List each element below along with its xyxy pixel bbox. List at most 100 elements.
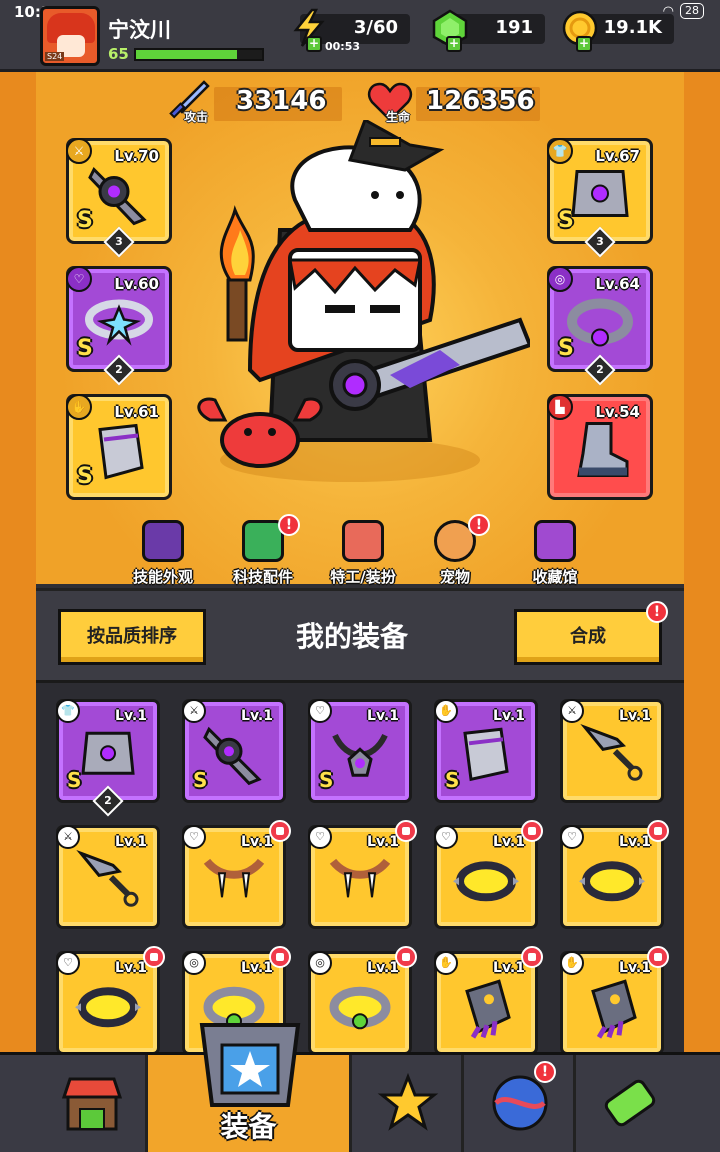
inventory-item[interactable]: ♡ Lv.1 [560, 820, 669, 929]
xp-fill [136, 50, 237, 59]
equip-slot-weapon[interactable]: ⚔ Lv.70 S 3 [66, 138, 172, 258]
inventory-header: 按品质排序 我的装备 合成 ! [36, 588, 684, 680]
slot-grade: S [558, 336, 574, 361]
nav-events[interactable]: ! [464, 1055, 576, 1152]
energy-value: 3/60 [353, 17, 398, 38]
slot-grade: S [77, 208, 93, 233]
feature-menu: 技能外观 科技配件 ! 特工/装扮 宠物 ! 收藏馆 [110, 514, 610, 587]
menu-label: 宠物 [439, 568, 470, 586]
energy-timer: 00:53 [325, 40, 361, 53]
collar-type-icon: ♡ [560, 825, 584, 849]
equip-slot-necklace[interactable]: ♡ Lv.60 S 2 [66, 266, 172, 386]
collar-icon [453, 861, 519, 902]
belt-type-icon: ◎ [308, 951, 332, 975]
upgrade-alert-badge [143, 946, 165, 968]
inventory-item[interactable]: ⚔ Lv.1 S [182, 699, 286, 803]
upgrade-alert-badge [395, 820, 417, 842]
side-decoration-right [684, 72, 720, 1052]
equip-slot-belt[interactable]: ◎ Lv.64 S 2 [547, 266, 653, 386]
necklace-icon [332, 733, 388, 777]
equip-slot-gloves[interactable]: ✋ Lv.61 S [66, 394, 172, 500]
menu-agent-outfit[interactable]: 特工/装扮 [318, 520, 408, 587]
inventory-item[interactable]: ✋ Lv.1 S [434, 699, 538, 803]
star-count: 2 [92, 785, 124, 817]
gloves-type-icon: ✋ [434, 699, 458, 723]
inventory-item[interactable]: ♡ Lv.1 [308, 820, 417, 929]
alert-badge: ! [468, 514, 490, 536]
inventory-item[interactable]: ⚔ Lv.1 [56, 825, 160, 929]
fang-type-icon: ♡ [308, 825, 332, 849]
item-grade: S [193, 768, 208, 792]
kunai-icon [580, 723, 643, 781]
gem-plus-icon[interactable]: + [446, 36, 462, 52]
dna-capsule-icon [604, 1079, 656, 1127]
collar-type-icon: ♡ [434, 825, 458, 849]
nav-battle[interactable] [352, 1055, 464, 1152]
events-alert-badge: ! [534, 1061, 556, 1083]
weapon-type-icon: ⚔ [182, 699, 206, 723]
slot-grade: S [77, 464, 93, 489]
upgrade-alert-badge [647, 946, 669, 968]
menu-pets[interactable]: 宠物 ! [410, 514, 500, 587]
kunai-type-icon: ⚔ [560, 699, 584, 723]
menu-label: 特工/装扮 [330, 568, 396, 586]
necklace-type-icon: ♡ [308, 699, 332, 723]
battle-star-icon [377, 1072, 439, 1131]
nav-equipment-label: 装备 [220, 1110, 277, 1143]
gauntlet-type-icon: ✋ [434, 951, 458, 975]
armor-type-icon: 👕 [56, 699, 80, 723]
upgrade-alert-badge [395, 946, 417, 968]
side-decoration-left [0, 72, 36, 1052]
shop-icon [61, 1077, 123, 1131]
inventory-item[interactable]: ♡ Lv.1 [182, 820, 291, 929]
merge-button[interactable]: 合成 [514, 609, 662, 665]
chest-icon [534, 520, 576, 562]
equip-slot-boots[interactable]: ▙ Lv.54 [547, 394, 653, 500]
inventory-item[interactable]: ⚔ Lv.1 [560, 699, 664, 803]
player-name: 宁汶川 [108, 18, 171, 42]
inventory-item[interactable]: ♡ Lv.1 S [308, 699, 412, 803]
belt-icon [567, 298, 633, 347]
menu-tech-parts[interactable]: 科技配件 ! [218, 514, 308, 587]
nav-shop[interactable] [36, 1055, 148, 1152]
upgrade-alert-badge [269, 946, 291, 968]
player-character [197, 120, 530, 482]
menu-collection[interactable]: 收藏馆 [510, 520, 600, 587]
alert-badge: ! [278, 514, 300, 536]
energy-plus-icon[interactable]: + [306, 36, 322, 52]
nav-lab[interactable] [576, 1055, 684, 1152]
menu-skill-skins[interactable]: 技能外观 [118, 520, 208, 587]
coin-counter[interactable]: + 19.1K [562, 10, 674, 52]
collar-icon [579, 861, 645, 902]
kunai-icon [76, 849, 139, 907]
collar-type-icon: ♡ [56, 951, 80, 975]
inventory-item[interactable]: ◎ Lv.1 [308, 946, 417, 1052]
inventory-item[interactable]: 👕 Lv.1 S 2 [56, 699, 160, 817]
equipment-crest-icon [199, 1023, 301, 1107]
coin-plus-icon[interactable]: + [576, 36, 592, 52]
gem-counter[interactable]: + 191 [432, 9, 545, 52]
inventory-item[interactable]: ♡ Lv.1 [434, 820, 543, 929]
attack-stat: 33146 攻击 [164, 80, 344, 124]
nav-equipment[interactable]: 装备 [148, 1023, 352, 1152]
avatar-tag: S24 [45, 52, 65, 61]
gauntlet-icon [591, 979, 637, 1039]
inventory-item[interactable]: ✋ Lv.1 [434, 946, 543, 1052]
merge-alert-badge: ! [646, 601, 668, 623]
sort-by-quality-button[interactable]: 按品质排序 [58, 609, 206, 665]
inventory-title: 我的装备 [296, 620, 409, 653]
gem-value: 191 [495, 17, 533, 38]
xp-bar [134, 48, 264, 61]
equip-slot-armor[interactable]: 👕 Lv.67 S 3 [547, 138, 653, 258]
bottom-nav: 装备 ! [0, 1023, 720, 1152]
menu-label: 技能外观 [132, 568, 193, 586]
gauntlet-icon [465, 979, 511, 1039]
upgrade-alert-badge [521, 820, 543, 842]
item-grade: S [319, 768, 334, 792]
belt-icon [329, 986, 391, 1030]
inventory-item[interactable]: ✋ Lv.1 [560, 946, 669, 1052]
menu-label: 科技配件 [232, 568, 293, 586]
inventory-item[interactable]: ♡ Lv.1 [56, 946, 165, 1052]
player-avatar[interactable]: S24 [40, 6, 100, 66]
upgrade-alert-badge [521, 946, 543, 968]
